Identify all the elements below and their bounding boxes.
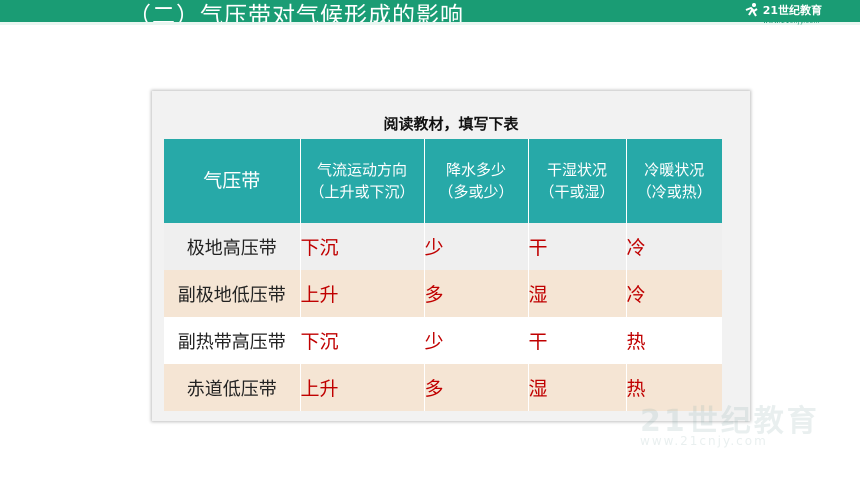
airflow-value: 上升 <box>300 364 425 411</box>
runner-logo-icon <box>745 3 758 17</box>
airflow-value: 上升 <box>300 270 425 317</box>
humidity-value: 湿 <box>528 270 627 317</box>
logo-text: 21世纪教育 <box>762 4 822 17</box>
table-row: 极地高压带 下沉 少 干 冷 <box>164 223 722 270</box>
table-header-row: 气压带 气流运动方向 （上升或下沉） 降水多少 （多或少） 干湿状况 （干或湿）… <box>164 139 722 223</box>
watermark-subtext: www.21cnjy.com <box>640 434 768 448</box>
header-label: 冷暖状况 <box>644 161 705 179</box>
header-sublabel: （多或少） <box>438 183 514 201</box>
header-pressure-belt: 气压带 <box>164 139 301 223</box>
logo: 21世纪教育 <box>742 2 822 18</box>
humidity-value: 干 <box>528 223 627 270</box>
table-row: 副热带高压带 下沉 少 干 热 <box>164 317 722 364</box>
temp-value: 热 <box>626 317 722 364</box>
header-label: 气压带 <box>203 170 261 192</box>
pressure-belt-table: 气压带 气流运动方向 （上升或下沉） 降水多少 （多或少） 干湿状况 （干或湿）… <box>164 139 722 411</box>
logo-subtext: www.21cnjy.com <box>763 18 820 25</box>
humidity-value: 湿 <box>528 364 627 411</box>
humidity-value: 干 <box>528 317 627 364</box>
header-temperature: 冷暖状况 （冷或热） <box>626 139 722 223</box>
temp-value: 热 <box>626 364 722 411</box>
header-label: 气流运动方向 <box>316 161 407 179</box>
content-card: 阅读教材，填写下表 气压带 气流运动方向 （上升或下沉） 降水多少 （多或少） … <box>152 91 750 421</box>
temp-value: 冷 <box>626 270 722 317</box>
header-sublabel: （冷或热） <box>636 183 712 201</box>
header-precipitation: 降水多少 （多或少） <box>424 139 529 223</box>
precip-value: 多 <box>424 364 529 411</box>
airflow-value: 下沉 <box>300 317 425 364</box>
table-row: 赤道低压带 上升 多 湿 热 <box>164 364 722 411</box>
belt-name: 副热带高压带 <box>164 317 301 364</box>
header-sublabel: （干或湿） <box>539 183 615 201</box>
card-title: 阅读教材，填写下表 <box>383 115 519 133</box>
header-label: 降水多少 <box>445 161 506 179</box>
belt-name: 赤道低压带 <box>164 364 301 411</box>
header-label: 干湿状况 <box>546 161 607 179</box>
top-banner: （二）气压带对气候形成的影响 21世纪教育 <box>0 0 860 29</box>
precip-value: 少 <box>424 223 529 270</box>
header-airflow: 气流运动方向 （上升或下沉） <box>300 139 425 223</box>
banner-strip <box>0 22 860 25</box>
temp-value: 冷 <box>626 223 722 270</box>
header-sublabel: （上升或下沉） <box>309 183 415 201</box>
belt-name: 极地高压带 <box>164 223 301 270</box>
precip-value: 多 <box>424 270 529 317</box>
precip-value: 少 <box>424 317 529 364</box>
header-humidity: 干湿状况 （干或湿） <box>528 139 627 223</box>
table-row: 副极地低压带 上升 多 湿 冷 <box>164 270 722 317</box>
belt-name: 副极地低压带 <box>164 270 301 317</box>
airflow-value: 下沉 <box>300 223 425 270</box>
page-title: （二）气压带对气候形成的影响 <box>128 3 464 29</box>
